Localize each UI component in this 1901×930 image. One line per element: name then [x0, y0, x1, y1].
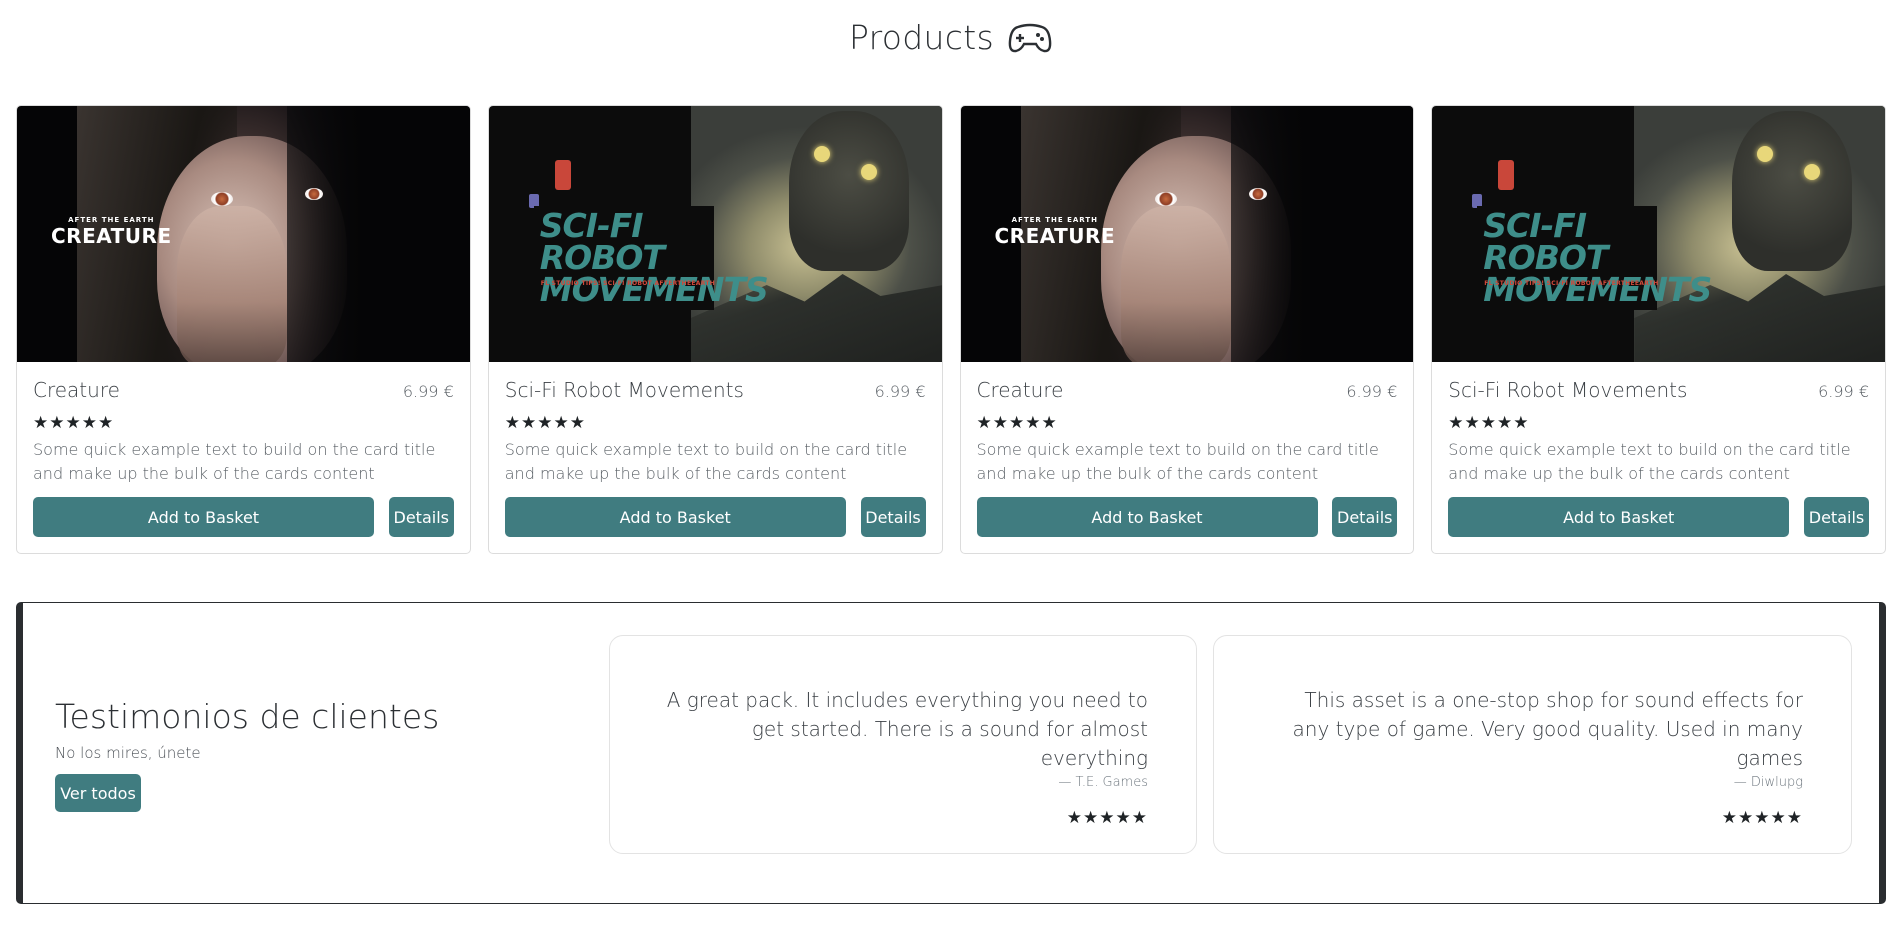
product-description: Some quick example text to build on the … — [33, 440, 436, 483]
product-grid: AFTER THE EARTH CREATURE Creature 6.99 €… — [16, 105, 1886, 554]
product-card: AFTER THE EARTH CREATURE Creature 6.99 €… — [959, 105, 1415, 554]
testimonial-text: A great pack. It includes everything you… — [666, 688, 1148, 770]
poster-logo: SCI-FI ROBOT MOVEMENTS — [533, 206, 769, 310]
product-image-scifi[interactable]: SCI-FI ROBOT MOVEMENTS FL STUDIO TIPS! S… — [488, 106, 942, 362]
rating-stars: ★★★★★ — [976, 413, 1058, 433]
product-description: Some quick example text to build on the … — [504, 440, 908, 483]
add-to-basket-button[interactable]: Add to Basket — [33, 497, 374, 537]
view-all-button[interactable]: Ver todos — [55, 774, 141, 812]
poster-tagline: FL STUDIO TIPS! SCI-FI ROBOT AFTERTHEEAR… — [540, 280, 716, 287]
testimonials-subheading: No los mires, únete — [55, 744, 201, 762]
testimonials-section: Testimonios de clientes No los mires, ún… — [16, 602, 1886, 904]
rating-stars: ★★★★★ — [504, 413, 586, 433]
testimonial-author: — Diwlupg — [1733, 775, 1803, 790]
product-card: SCI-FI ROBOT MOVEMENTS FL STUDIO TIPS! S… — [1431, 105, 1886, 554]
testimonial-card: This asset is a one-stop shop for sound … — [1213, 635, 1852, 854]
product-description: Some quick example text to build on the … — [1448, 440, 1851, 483]
product-price: 6.99 € — [874, 382, 926, 401]
details-button[interactable]: Details — [388, 497, 454, 537]
product-price: 6.99 € — [1818, 382, 1869, 401]
product-price: 6.99 € — [402, 382, 454, 401]
testimonial-author: — T.E. Games — [1058, 775, 1148, 790]
product-card: AFTER THE EARTH CREATURE Creature 6.99 €… — [16, 105, 471, 554]
product-card: SCI-FI ROBOT MOVEMENTS FL STUDIO TIPS! S… — [487, 105, 943, 554]
gamepad-icon — [1008, 23, 1052, 52]
add-to-basket-button[interactable]: Add to Basket — [504, 497, 846, 537]
testimonials-heading: Testimonios de clientes — [55, 697, 440, 736]
details-button[interactable]: Details — [1332, 497, 1398, 537]
product-title: Creature — [33, 378, 120, 402]
testimonial-rating-stars: ★★★★★ — [1721, 808, 1803, 828]
details-button[interactable]: Details — [1804, 497, 1869, 537]
product-price: 6.99 € — [1346, 382, 1398, 401]
rating-stars: ★★★★★ — [33, 413, 115, 433]
product-image-creature[interactable]: AFTER THE EARTH CREATURE — [960, 106, 1414, 362]
product-title: Sci-Fi Robot Movements — [504, 378, 744, 402]
page-title: Products — [849, 18, 994, 57]
product-image-creature[interactable]: AFTER THE EARTH CREATURE — [17, 106, 470, 362]
poster-logo: SCI-FI ROBOT MOVEMENTS — [1477, 206, 1712, 310]
testimonial-card: A great pack. It includes everything you… — [609, 635, 1197, 854]
testimonial-text: This asset is a one-stop shop for sound … — [1292, 688, 1803, 770]
product-description: Some quick example text to build on the … — [976, 440, 1379, 483]
product-title: Creature — [976, 378, 1064, 402]
rating-stars: ★★★★★ — [1448, 413, 1530, 433]
poster-logo: AFTER THE EARTH CREATURE — [51, 216, 172, 248]
poster-logo: AFTER THE EARTH CREATURE — [994, 216, 1116, 248]
add-to-basket-button[interactable]: Add to Basket — [1448, 497, 1790, 537]
page-header: Products — [0, 18, 1901, 57]
testimonial-rating-stars: ★★★★★ — [1066, 808, 1148, 828]
poster-tagline: FL STUDIO TIPS! SCI-FI ROBOT AFTERTHEEAR… — [1484, 280, 1659, 287]
details-button[interactable]: Details — [860, 497, 926, 537]
product-title: Sci-Fi Robot Movements — [1448, 378, 1688, 402]
product-image-scifi[interactable]: SCI-FI ROBOT MOVEMENTS FL STUDIO TIPS! S… — [1432, 106, 1885, 362]
add-to-basket-button[interactable]: Add to Basket — [976, 497, 1318, 537]
testimonials-intro: Testimonios de clientes No los mires, ún… — [55, 697, 439, 812]
